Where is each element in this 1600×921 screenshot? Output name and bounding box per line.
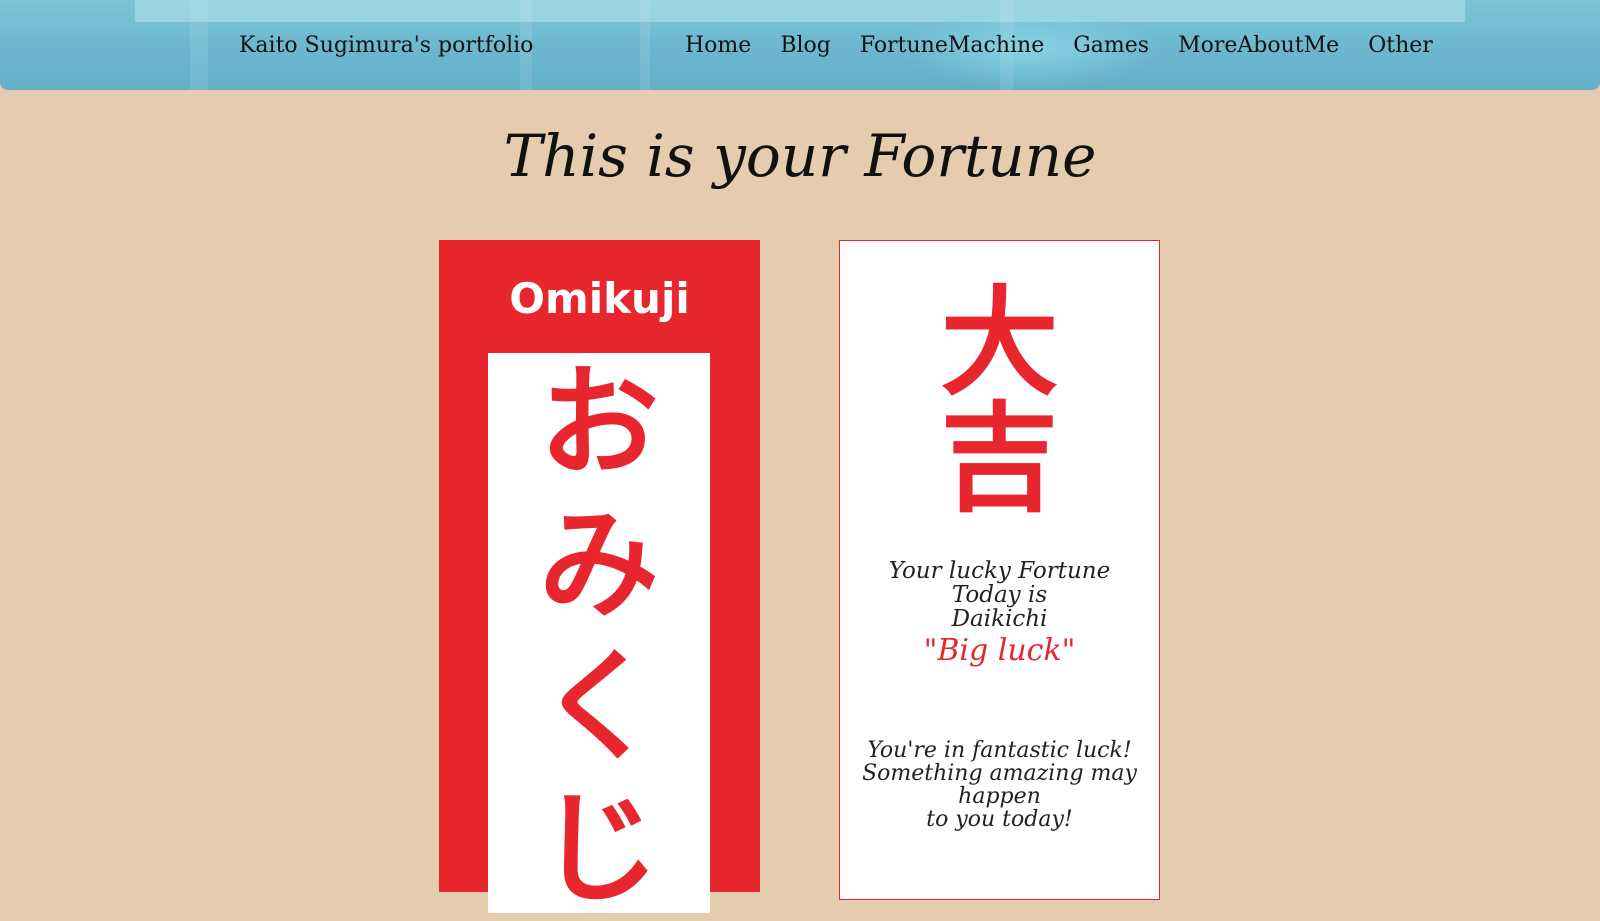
page-title: This is your Fortune (503, 122, 1097, 190)
omikuji-title: Omikuji (509, 274, 690, 323)
main-nav: Home Blog FortuneMachine Games MoreAbout… (685, 33, 1433, 58)
omikuji-kana-char: じ (539, 780, 659, 919)
nav-link-blog[interactable]: Blog (780, 33, 831, 58)
omikuji-kana-char: み (539, 496, 659, 635)
fortune-description-line: You're in fantastic luck! (867, 738, 1132, 763)
fortune-description-line: Something amazing may happen (862, 761, 1137, 809)
nav-link-fortune-machine[interactable]: FortuneMachine (860, 33, 1044, 58)
nav-link-other[interactable]: Other (1368, 33, 1433, 58)
fortune-result-line: Your lucky Fortune Today is (888, 558, 1111, 608)
fortune-result-name: Daikichi (951, 606, 1048, 632)
fortune-kanji-char: 大 (940, 274, 1059, 412)
fortune-result-text: Your lucky Fortune Today is Daikichi (840, 559, 1159, 631)
fortune-description: You're in fantastic luck! Something amaz… (840, 739, 1159, 831)
header-top-strip (135, 0, 1465, 22)
brand-link[interactable]: Kaito Sugimura's portfolio (239, 33, 533, 58)
fortune-kanji-char: 吉 (940, 390, 1059, 528)
fortune-card: 大 吉 Your lucky Fortune Today is Daikichi… (839, 240, 1160, 900)
omikuji-banner: Omikuji お み く じ (439, 240, 760, 919)
site-header: Kaito Sugimura's portfolio Home Blog For… (0, 0, 1600, 90)
nav-link-home[interactable]: Home (685, 33, 751, 58)
fortune-meaning: "Big luck" (923, 633, 1076, 668)
nav-link-more-about-me[interactable]: MoreAboutMe (1178, 33, 1339, 58)
fortune-description-line: to you today! (926, 807, 1073, 832)
nav-link-games[interactable]: Games (1073, 33, 1149, 58)
header-decoration (640, 0, 650, 90)
omikuji-kana-char: く (539, 638, 659, 777)
fortune-kanji: 大 吉 (840, 274, 1159, 528)
omikuji-kana-char: お (539, 354, 659, 493)
omikuji-kana-panel: お み く じ (488, 353, 710, 919)
header-decoration (190, 0, 208, 90)
